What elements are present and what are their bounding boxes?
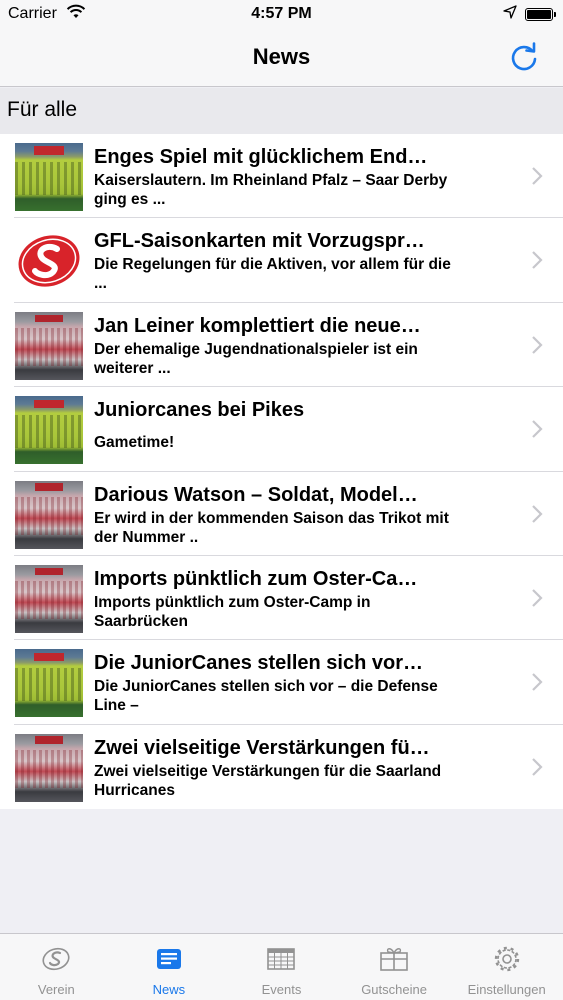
news-thumbnail [15, 396, 83, 465]
news-subtitle: Gametime! [94, 434, 175, 452]
news-title: Juniorcanes bei Pikes [94, 399, 305, 422]
navigation-bar: News [0, 30, 563, 87]
news-title: Enges Spiel mit glücklichem End… [94, 146, 428, 168]
tab-bar: Verein News Events Gutscheine Einstellun… [0, 933, 563, 1000]
news-thumbnail [15, 143, 83, 211]
news-subtitle: Die Regelungen für die Aktiven, vor alle… [94, 256, 451, 293]
news-row[interactable]: Enges Spiel mit glücklichem End… Kaisers… [0, 134, 563, 219]
news-title: GFL-Saisonkarten mit Vorzugspr… [94, 230, 425, 253]
chevron-right-icon [532, 757, 543, 776]
tab-gutscheine[interactable]: Gutscheine [338, 934, 451, 1000]
refresh-icon[interactable] [507, 40, 541, 74]
news-thumbnail [15, 480, 83, 549]
news-subtitle: Er wird in der kommenden Saison das Trik… [94, 509, 449, 546]
club-logo-icon [42, 947, 70, 971]
tab-events[interactable]: Events [225, 934, 338, 1000]
chevron-right-icon [532, 673, 543, 692]
news-row[interactable]: GFL-Saisonkarten mit Vorzugspr… Die Rege… [0, 218, 563, 303]
news-subtitle: Der ehemalige Jugendnationalspieler ist … [94, 340, 418, 377]
news-row[interactable]: Imports pünktlich zum Oster-Ca… Imports … [0, 555, 563, 641]
gfl-logo-icon [18, 235, 80, 288]
tab-label: Gutscheine [361, 982, 427, 997]
location-icon [503, 5, 517, 19]
section-header: Für alle [0, 88, 563, 134]
tab-label: Einstellungen [467, 982, 546, 997]
tab-label: News [152, 982, 186, 997]
battery-icon [525, 8, 556, 21]
news-thumbnail [15, 564, 83, 633]
news-row[interactable]: Jan Leiner komplettiert die neue… Der eh… [0, 302, 563, 388]
news-thumbnail [15, 311, 83, 380]
news-row[interactable]: Juniorcanes bei Pikes Gametime! [0, 387, 563, 472]
news-thumbnail [15, 733, 83, 802]
news-subtitle: Kaiserslautern. Im Rheinland Pfalz – Saa… [94, 172, 448, 208]
chevron-right-icon [532, 420, 543, 438]
chevron-right-icon [532, 251, 543, 270]
news-title: Die JuniorCanes stellen sich vor… [94, 652, 423, 675]
news-subtitle: Zwei vielseitige Verstärkungen für die S… [94, 762, 442, 799]
section-title: Für alle [7, 98, 78, 121]
tab-news[interactable]: News [113, 934, 226, 1000]
status-time: 4:57 PM [251, 5, 312, 22]
news-row[interactable]: Darious Watson – Soldat, Model… Er wird … [0, 471, 563, 556]
news-list: Enges Spiel mit glücklichem End… Kaisers… [0, 134, 563, 810]
news-row[interactable]: Zwei vielseitige Verstärkungen fü… Zwei … [0, 724, 563, 810]
news-title: Zwei vielseitige Verstärkungen fü… [94, 736, 430, 759]
calendar-icon [267, 948, 296, 970]
screen: Carrier 4:57 PM News Für alle Enges Spie… [0, 0, 563, 1000]
newspaper-icon [156, 949, 181, 969]
tab-verein[interactable]: Verein [0, 934, 113, 1000]
chevron-right-icon [532, 504, 543, 523]
news-subtitle: Imports pünktlich zum Oster-Camp in Saar… [94, 593, 371, 630]
chevron-right-icon [532, 589, 543, 607]
news-thumbnail [15, 649, 83, 718]
news-title: Imports pünktlich zum Oster-Ca… [94, 567, 418, 590]
status-bar: Carrier 4:57 PM [0, 0, 563, 30]
tab-einstellungen[interactable]: Einstellungen [450, 934, 563, 1000]
page-title: News [252, 44, 311, 69]
chevron-right-icon [532, 336, 543, 354]
tab-label: Verein [37, 982, 75, 997]
chevron-right-icon [532, 167, 543, 185]
news-title: Darious Watson – Soldat, Model… [94, 483, 418, 506]
gear-icon [494, 946, 519, 972]
news-subtitle: Die JuniorCanes stellen sich vor – die D… [94, 678, 438, 715]
news-title: Jan Leiner komplettiert die neue… [94, 314, 421, 337]
news-row[interactable]: Die JuniorCanes stellen sich vor… Die Ju… [0, 640, 563, 725]
tab-label: Events [261, 982, 302, 997]
news-thumbnail [15, 227, 83, 296]
gift-icon [380, 948, 408, 971]
